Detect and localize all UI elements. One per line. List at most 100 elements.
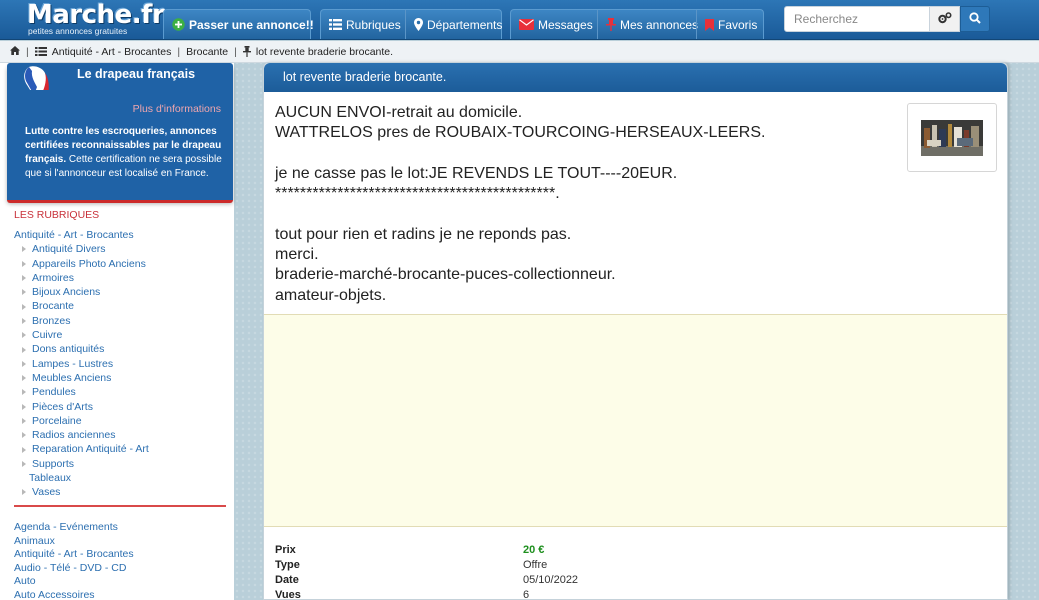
search-button[interactable] (960, 6, 990, 32)
top-navbar: Marche.fr petites annonces gratuites Pas… (0, 0, 1039, 40)
detail-row-date: Date 05/10/2022 (275, 573, 995, 588)
detail-label: Date (275, 574, 299, 586)
messages-label: Messages (538, 17, 593, 32)
type-value: Offre (523, 559, 548, 571)
price-value: 20 € (523, 544, 545, 556)
breadcrumb-current: lot revente braderie brocante. (255, 45, 394, 58)
description-line: AUCUN ENVOI-retrait au domicile. (275, 104, 523, 121)
detail-label: Prix (275, 544, 296, 556)
caret-right-icon (22, 275, 26, 282)
description-line: ****************************************… (275, 185, 560, 203)
list-icon (34, 47, 47, 56)
logo-name: Marche.fr (27, 0, 165, 30)
flag-card-title: Le drapeau français (76, 67, 196, 81)
current-category-link[interactable]: Antiquité - Art - Brocantes (14, 228, 228, 242)
site-logo[interactable]: Marche.fr petites annonces gratuites (27, 1, 165, 39)
subcategory-list: Antiquité - Art - Brocantes Antiquité Di… (14, 228, 228, 500)
subcategory-link[interactable]: Lampes - Lustres (14, 357, 228, 371)
listing-details: Prix 20 € Type Offre Date 05/10/2022 Vue… (275, 543, 995, 600)
subcategory-link[interactable]: Meubles Anciens (14, 371, 228, 385)
messages-button[interactable]: Messages (511, 10, 597, 39)
subcategory-link[interactable]: Pièces d'Arts (14, 400, 228, 414)
subcategory-link[interactable]: Pendules (14, 385, 228, 399)
caret-right-icon (22, 303, 26, 310)
subcategory-link[interactable]: Vases (14, 485, 228, 499)
subcategory-link[interactable]: Bijoux Anciens (14, 285, 228, 299)
more-info-link[interactable]: Plus d'informations (133, 103, 221, 115)
browse-group: Rubriques Départements (320, 9, 502, 39)
caret-right-icon (22, 317, 26, 324)
pin-icon (606, 18, 616, 31)
list-icon (329, 19, 342, 30)
subcategory-link[interactable]: Radios anciennes (14, 428, 228, 442)
subcategory-link[interactable]: Appareils Photo Anciens (14, 257, 228, 271)
detail-row-type: Type Offre (275, 558, 995, 573)
main-category-link[interactable]: Antiquité - Art - Brocantes (14, 548, 228, 562)
breadcrumb-category[interactable]: Antiquité - Art - Brocantes (52, 46, 172, 58)
caret-right-icon (22, 489, 26, 496)
rubriques-button[interactable]: Rubriques (321, 10, 405, 39)
post-ad-group: Passer une annonce!! (163, 9, 314, 39)
subcategory-link[interactable]: Dons antiquités (14, 342, 228, 356)
description-line: je ne casse pas le lot:JE REVENDS LE TOU… (275, 164, 678, 182)
cogs-icon (937, 11, 952, 27)
envelope-icon (519, 19, 534, 30)
caret-right-icon (22, 360, 26, 367)
mes-annonces-button[interactable]: Mes annonces (597, 10, 698, 39)
post-ad-button[interactable]: Passer une annonce!! (164, 10, 323, 39)
main-category-link[interactable]: Auto (14, 575, 228, 589)
detail-row-price: Prix 20 € (275, 543, 995, 558)
subcategory-link[interactable]: Armoires (14, 271, 228, 285)
caret-right-icon (22, 246, 26, 253)
departements-button[interactable]: Départements (405, 10, 511, 39)
caret-right-icon (22, 432, 26, 439)
description-line: amateur-objets. (275, 286, 387, 304)
search-icon (969, 11, 981, 27)
main-category-link[interactable]: Audio - Télé - DVD - CD (14, 562, 228, 576)
pin-icon (242, 46, 251, 57)
subcategory-link[interactable]: Porcelaine (14, 414, 228, 428)
subcategory-link[interactable]: Brocante (14, 299, 228, 313)
departements-label: Départements (427, 17, 503, 32)
caret-right-icon (22, 346, 26, 353)
date-value: 05/10/2022 (523, 574, 579, 586)
search-input[interactable] (784, 6, 930, 32)
main-category-link[interactable]: Auto Accessoires (14, 589, 228, 600)
search-options-button[interactable] (930, 6, 960, 32)
subcategory-link[interactable]: Antiquité Divers (14, 242, 228, 256)
listing-photo-thumbnail[interactable] (907, 103, 997, 172)
caret-right-icon (22, 375, 26, 382)
description-line (275, 204, 895, 224)
plus-circle-icon (172, 18, 185, 31)
favoris-button[interactable]: Favoris (696, 10, 766, 39)
subcategory-link[interactable]: Bronzes (14, 314, 228, 328)
subcategory-link[interactable]: Cuivre (14, 328, 228, 342)
left-sidebar: Le drapeau français Plus d'informations … (0, 63, 234, 600)
rubriques-title: LES RUBRIQUES (14, 209, 100, 221)
description-line (275, 144, 895, 164)
main-category-link[interactable]: Animaux (14, 535, 228, 549)
caret-right-icon (22, 403, 26, 410)
flag-info-card: Le drapeau français Plus d'informations … (7, 63, 233, 200)
views-value: 6 (523, 589, 530, 600)
subcategory-link[interactable]: Tableaux (14, 471, 228, 485)
subcategory-link[interactable]: Reparation Antiquité - Art (14, 442, 228, 456)
caret-right-icon (22, 332, 26, 339)
divider (14, 505, 226, 507)
photo-image (921, 119, 983, 156)
caret-right-icon (22, 389, 26, 396)
caret-right-icon (22, 460, 26, 467)
description-line: braderie-marché-brocante-puces-collectio… (275, 266, 616, 284)
favoris-label: Favoris (718, 17, 758, 32)
home-icon[interactable] (10, 45, 20, 58)
subcategory-link[interactable]: Supports (14, 457, 228, 471)
detail-label: Vues (275, 589, 301, 600)
bookmark-icon (705, 18, 714, 31)
main-category-list: Agenda - Evénements Animaux Antiquité - … (14, 521, 228, 600)
main-category-link[interactable]: Agenda - Evénements (14, 521, 228, 535)
caret-right-icon (22, 260, 26, 267)
breadcrumb-subcategory[interactable]: Brocante (186, 46, 228, 58)
rubriques-label: Rubriques (346, 17, 401, 32)
caret-right-icon (22, 446, 26, 453)
flag-description: Lutte contre les escroqueries, annonces … (25, 125, 225, 181)
